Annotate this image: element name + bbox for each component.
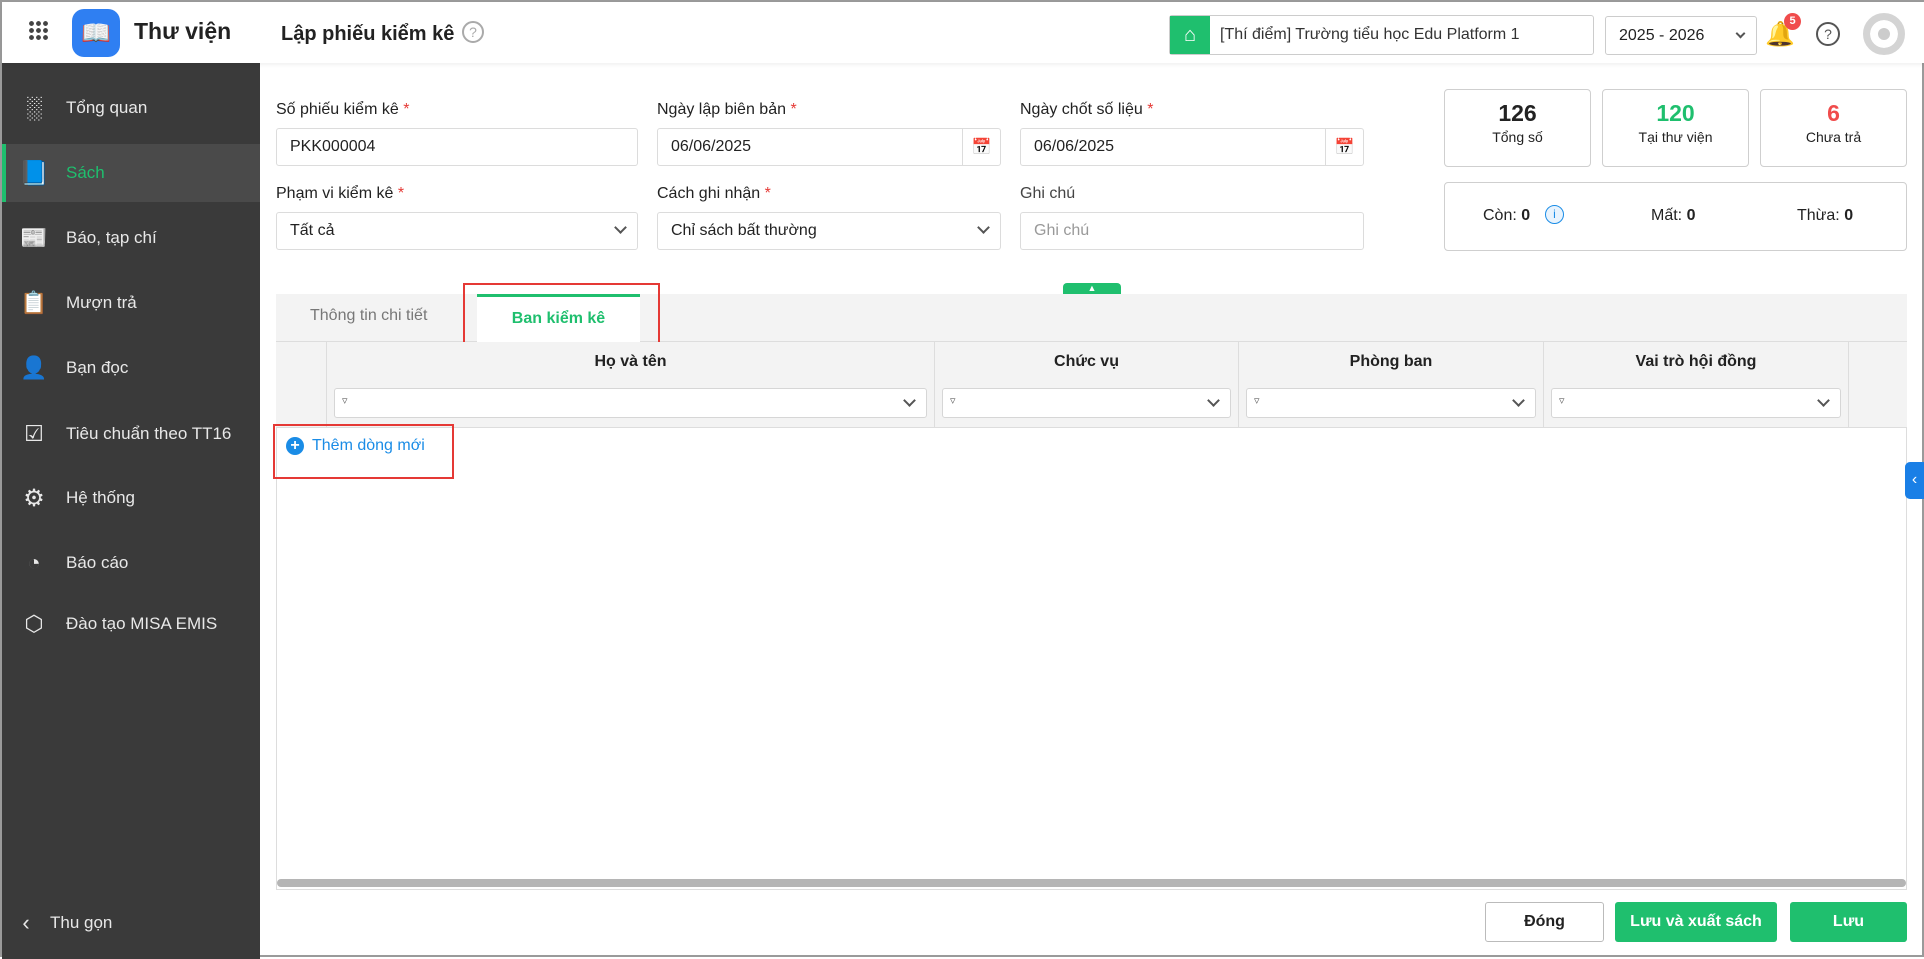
chevron-down-icon [903,394,916,407]
help-circle-icon[interactable]: ? [1816,22,1840,46]
sidebar-item-sach[interactable]: 📘 Sách [2,144,260,202]
sidebar-item-bao-tap-chi[interactable]: 📰 Báo, tạp chí [2,210,260,266]
filter-icon: ▿ [342,395,348,407]
mat-stat: Mất: 0 [1651,207,1696,224]
gear-icon: ⚙ [23,484,45,512]
chevron-down-icon [614,221,627,234]
stat-in-library: 120 Tại thư viện [1602,89,1749,167]
calendar-icon[interactable]: 📅 [962,129,1000,165]
notification-badge: 5 [1784,13,1801,30]
column-chuc-vu: Chức vụ ▿ [935,342,1239,428]
book-icon: 📘 [19,159,49,187]
school-name: [Thí điểm] Trường tiểu học Edu Platform … [1220,26,1520,43]
chevron-left-icon: ‹ [22,910,30,935]
ngay-lap-label: Ngày lập biên bản * [657,101,797,118]
chevron-down-icon [1512,394,1525,407]
sidebar-item-tong-quan[interactable]: ░ Tổng quan [2,80,260,136]
school-selector[interactable]: ⌂ [Thí điểm] Trường tiểu học Edu Platfor… [1169,15,1594,55]
year-value: 2025 - 2026 [1619,26,1705,44]
ngay-chot-label: Ngày chốt số liệu * [1020,101,1154,118]
tab-thong-tin-chi-tiet[interactable]: Thông tin chi tiết [310,307,427,325]
filter-icon: ▿ [1559,395,1565,407]
so-phieu-input[interactable]: PKK000004 [276,128,638,166]
chevron-down-icon [1207,394,1220,407]
calendar-icon[interactable]: 📅 [1325,129,1363,165]
app-logo: 📖 [72,9,120,57]
filter-icon: ▿ [1254,395,1260,407]
top-header: 📖 Thư viện Lập phiếu kiểm kê ? ⌂ [Thí đi… [2,2,1924,63]
column-ho-va-ten: Họ và tên ▿ [327,342,935,428]
sidebar-item-ban-doc[interactable]: 👤 Bạn đọc [2,340,260,396]
sidebar: ░ Tổng quan 📘 Sách 📰 Báo, tạp chí 📋 Mượn trả… [2,63,260,959]
home-icon: ⌂ [1170,16,1210,54]
checklist-icon: ☑ [24,421,44,446]
borrow-icon: 📋 [20,290,48,315]
help-icon[interactable]: ? [462,21,484,43]
ghi-chu-input[interactable]: Ghi chú [1020,212,1364,250]
ngay-chot-input[interactable]: 06/06/2025 📅 [1020,128,1364,166]
so-phieu-label: Số phiếu kiểm kê * [276,101,410,118]
con-stat: Còn: 0 [1483,207,1531,224]
pham-vi-select[interactable]: Tất cả [276,212,638,250]
reader-icon: 👤 [20,355,48,380]
stat-summary: Còn: 0 i Mất: 0 Thừa: 0 [1444,182,1907,251]
ngay-lap-input[interactable]: 06/06/2025 📅 [657,128,1001,166]
highlight-box [463,283,660,350]
app-name: Thư viện [134,18,232,44]
sidebar-item-bao-cao[interactable]: ◔ Báo cáo [2,535,260,591]
filter-chuc-vu[interactable]: ▿ [942,388,1231,418]
year-select[interactable]: 2025 - 2026 [1605,16,1757,55]
ghi-chu-label: Ghi chú [1020,185,1076,202]
grid-select-column [276,342,327,428]
apps-grid-icon[interactable] [28,20,48,40]
pie-chart-icon: ◔ [27,550,41,575]
sidebar-item-he-thong[interactable]: ⚙ Hệ thống [2,470,260,526]
sidebar-item-tieu-chuan[interactable]: ☑ Tiêu chuẩn theo TT16 [2,406,260,462]
chart-bars-icon: ░ [26,95,42,120]
stat-not-returned: 6 Chưa trả [1760,89,1907,167]
horizontal-scrollbar[interactable] [277,879,1906,887]
newspaper-icon: 📰 [20,225,48,250]
filter-vai-tro[interactable]: ▿ [1551,388,1841,418]
page-title: Lập phiếu kiểm kê [281,23,455,45]
chevron-down-icon [977,221,990,234]
column-vai-tro: Vai trò hội đồng ▿ [1544,342,1849,428]
column-phong-ban: Phòng ban ▿ [1239,342,1544,428]
chevron-down-icon [1817,394,1830,407]
collapse-sidebar-button[interactable]: ‹ Thu gọn [2,895,260,951]
close-button[interactable]: Đóng [1485,902,1604,942]
thua-stat: Thừa: 0 [1797,207,1854,224]
save-export-button[interactable]: Lưu và xuất sách [1615,902,1777,942]
cach-ghi-select[interactable]: Chỉ sách bất thường [657,212,1001,250]
sidebar-item-dao-tao[interactable]: ⬡ Đào tạo MISA EMIS [2,596,260,652]
save-button[interactable]: Lưu [1790,902,1907,942]
side-panel-toggle[interactable]: ‹ [1905,462,1924,499]
avatar[interactable] [1863,13,1905,55]
filter-icon: ▿ [950,395,956,407]
filter-ho-va-ten[interactable]: ▿ [334,388,927,418]
highlight-box [273,424,454,479]
info-icon[interactable]: i [1545,205,1564,224]
collapse-form-toggle[interactable]: ▲ [1063,283,1121,294]
box-icon: ⬡ [24,611,44,636]
pham-vi-label: Phạm vi kiểm kê * [276,185,405,202]
filter-phong-ban[interactable]: ▿ [1246,388,1536,418]
cach-ghi-label: Cách ghi nhận * [657,185,771,202]
sidebar-item-muon-tra[interactable]: 📋 Mượn trả [2,275,260,331]
chevron-down-icon [1735,28,1746,39]
stat-total: 126 Tổng số [1444,89,1591,167]
